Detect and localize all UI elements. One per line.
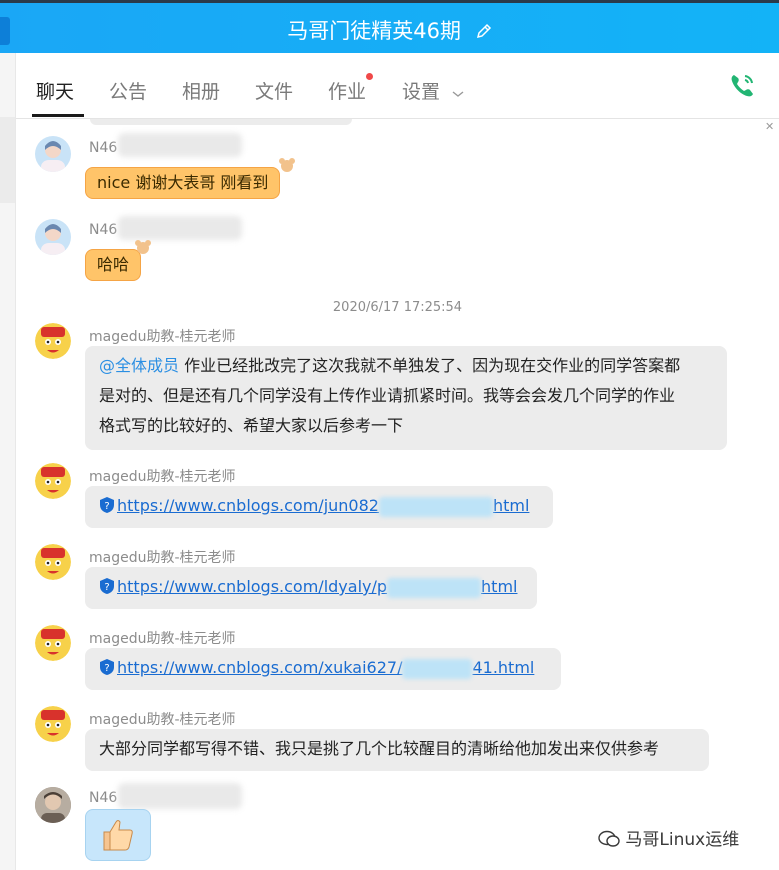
avatar[interactable] [35, 463, 71, 499]
tab-settings[interactable]: 设置 [402, 77, 440, 104]
message-bubble[interactable]: ? https://www.cnblogs.com/ldyaly/p html [85, 567, 537, 609]
url-link[interactable]: https://www.cnblogs.com/xukai627/ [117, 658, 402, 677]
message-text: nice 谢谢大表哥 刚看到 [97, 173, 269, 192]
sender-name: N46 [89, 140, 118, 156]
url-link[interactable]: https://www.cnblogs.com/ldyaly/p [117, 577, 387, 596]
tab-bar: 聊天 公告 相册 文件 作业 设置 [16, 53, 779, 119]
redacted-name [118, 783, 242, 809]
avatar[interactable] [35, 787, 71, 823]
message-bubble[interactable]: ? https://www.cnblogs.com/xukai627/41.ht… [85, 648, 561, 690]
bubble-decoration-icon [134, 239, 152, 259]
phone-call-icon[interactable] [728, 72, 756, 104]
redacted-url [378, 496, 493, 517]
message-text: 大部分同学都写得不错、我只是挑了几个比较醒目的清晰给他加发出来仅供参考 [99, 739, 660, 758]
avatar[interactable] [35, 544, 71, 580]
active-tab-indicator [32, 114, 84, 117]
sender-name: magedu助教-桂元老师 [89, 329, 236, 345]
tab-album[interactable]: 相册 [182, 77, 220, 104]
avatar[interactable] [35, 625, 71, 661]
redacted-url [387, 577, 482, 598]
url-link-end[interactable]: html [493, 496, 529, 515]
thumbs-up-icon [100, 818, 136, 856]
redacted-url [402, 658, 473, 679]
conversation-list-edge [0, 53, 16, 870]
svg-text:?: ? [104, 663, 109, 674]
bubble-decoration-icon [278, 157, 296, 177]
message-text: 是对的、但是还有几个同学没有上传作业请抓紧时间。我等会会发几个同学的作业 [99, 386, 676, 405]
sender-name: N46 [89, 790, 118, 806]
sender-name: magedu助教-桂元老师 [89, 550, 236, 566]
message-text: 格式写的比较好的、希望大家以后参考一下 [99, 416, 404, 435]
message-bubble[interactable]: nice 谢谢大表哥 刚看到 [85, 167, 281, 199]
group-name: 马哥门徒精英46期 [287, 19, 462, 43]
security-shield-icon: ? [99, 656, 115, 686]
message-list[interactable]: N46 nice 谢谢大表哥 刚看到 N46 哈哈 2020/6/17 17:2… [16, 119, 779, 870]
sender-name: magedu助教-桂元老师 [89, 469, 236, 485]
avatar[interactable] [35, 706, 71, 742]
watermark-text: 马哥Linux运维 [625, 830, 740, 850]
message-bubble[interactable]: 哈哈 [85, 249, 142, 281]
tab-announcement[interactable]: 公告 [109, 77, 147, 104]
message-bubble[interactable]: 大部分同学都写得不错、我只是挑了几个比较醒目的清晰给他加发出来仅供参考 [85, 729, 709, 771]
message-bubble[interactable]: ? https://www.cnblogs.com/jun082 html [85, 486, 553, 528]
message-text: 作业已经批改完了这次我就不单独发了、因为现在交作业的同学答案都 [184, 356, 681, 375]
edit-icon[interactable] [476, 20, 492, 44]
svg-text:?: ? [104, 501, 109, 512]
security-shield-icon: ? [99, 494, 115, 524]
avatar[interactable] [35, 219, 71, 255]
svg-text:?: ? [104, 582, 109, 593]
chevron-down-icon[interactable] [452, 84, 464, 103]
url-link-end[interactable]: 41.html [472, 658, 534, 677]
redacted-name [118, 133, 242, 157]
sticker-message[interactable] [85, 809, 151, 861]
message-timestamp: 2020/6/17 17:25:54 [332, 300, 463, 315]
tab-files[interactable]: 文件 [255, 77, 293, 104]
redacted-name [118, 216, 242, 240]
message-bubble[interactable]: @全体成员 作业已经批改完了这次我就不单独发了、因为现在交作业的同学答案都 是对… [85, 346, 727, 450]
url-link[interactable]: https://www.cnblogs.com/jun082 [117, 496, 379, 515]
url-link-end[interactable]: html [481, 577, 517, 596]
sender-name: N46 [89, 222, 118, 238]
notification-dot [366, 73, 373, 80]
avatar[interactable] [35, 136, 71, 172]
group-title: 马哥门徒精英46期 [0, 15, 779, 45]
watermark: 马哥Linux运维 [598, 825, 739, 850]
message-text: 哈哈 [97, 255, 130, 274]
window-header: 马哥门徒精英46期 [0, 0, 779, 53]
mention-all-link[interactable]: @全体成员 [99, 356, 179, 375]
tab-homework[interactable]: 作业 [328, 77, 366, 104]
tab-chat[interactable]: 聊天 [36, 77, 74, 104]
sender-name: magedu助教-桂元老师 [89, 712, 236, 728]
sender-name: magedu助教-桂元老师 [89, 631, 236, 647]
security-shield-icon: ? [99, 575, 115, 605]
close-icon[interactable]: ✕ [765, 120, 774, 133]
previous-message-bubble [90, 119, 352, 125]
avatar[interactable] [35, 323, 71, 359]
